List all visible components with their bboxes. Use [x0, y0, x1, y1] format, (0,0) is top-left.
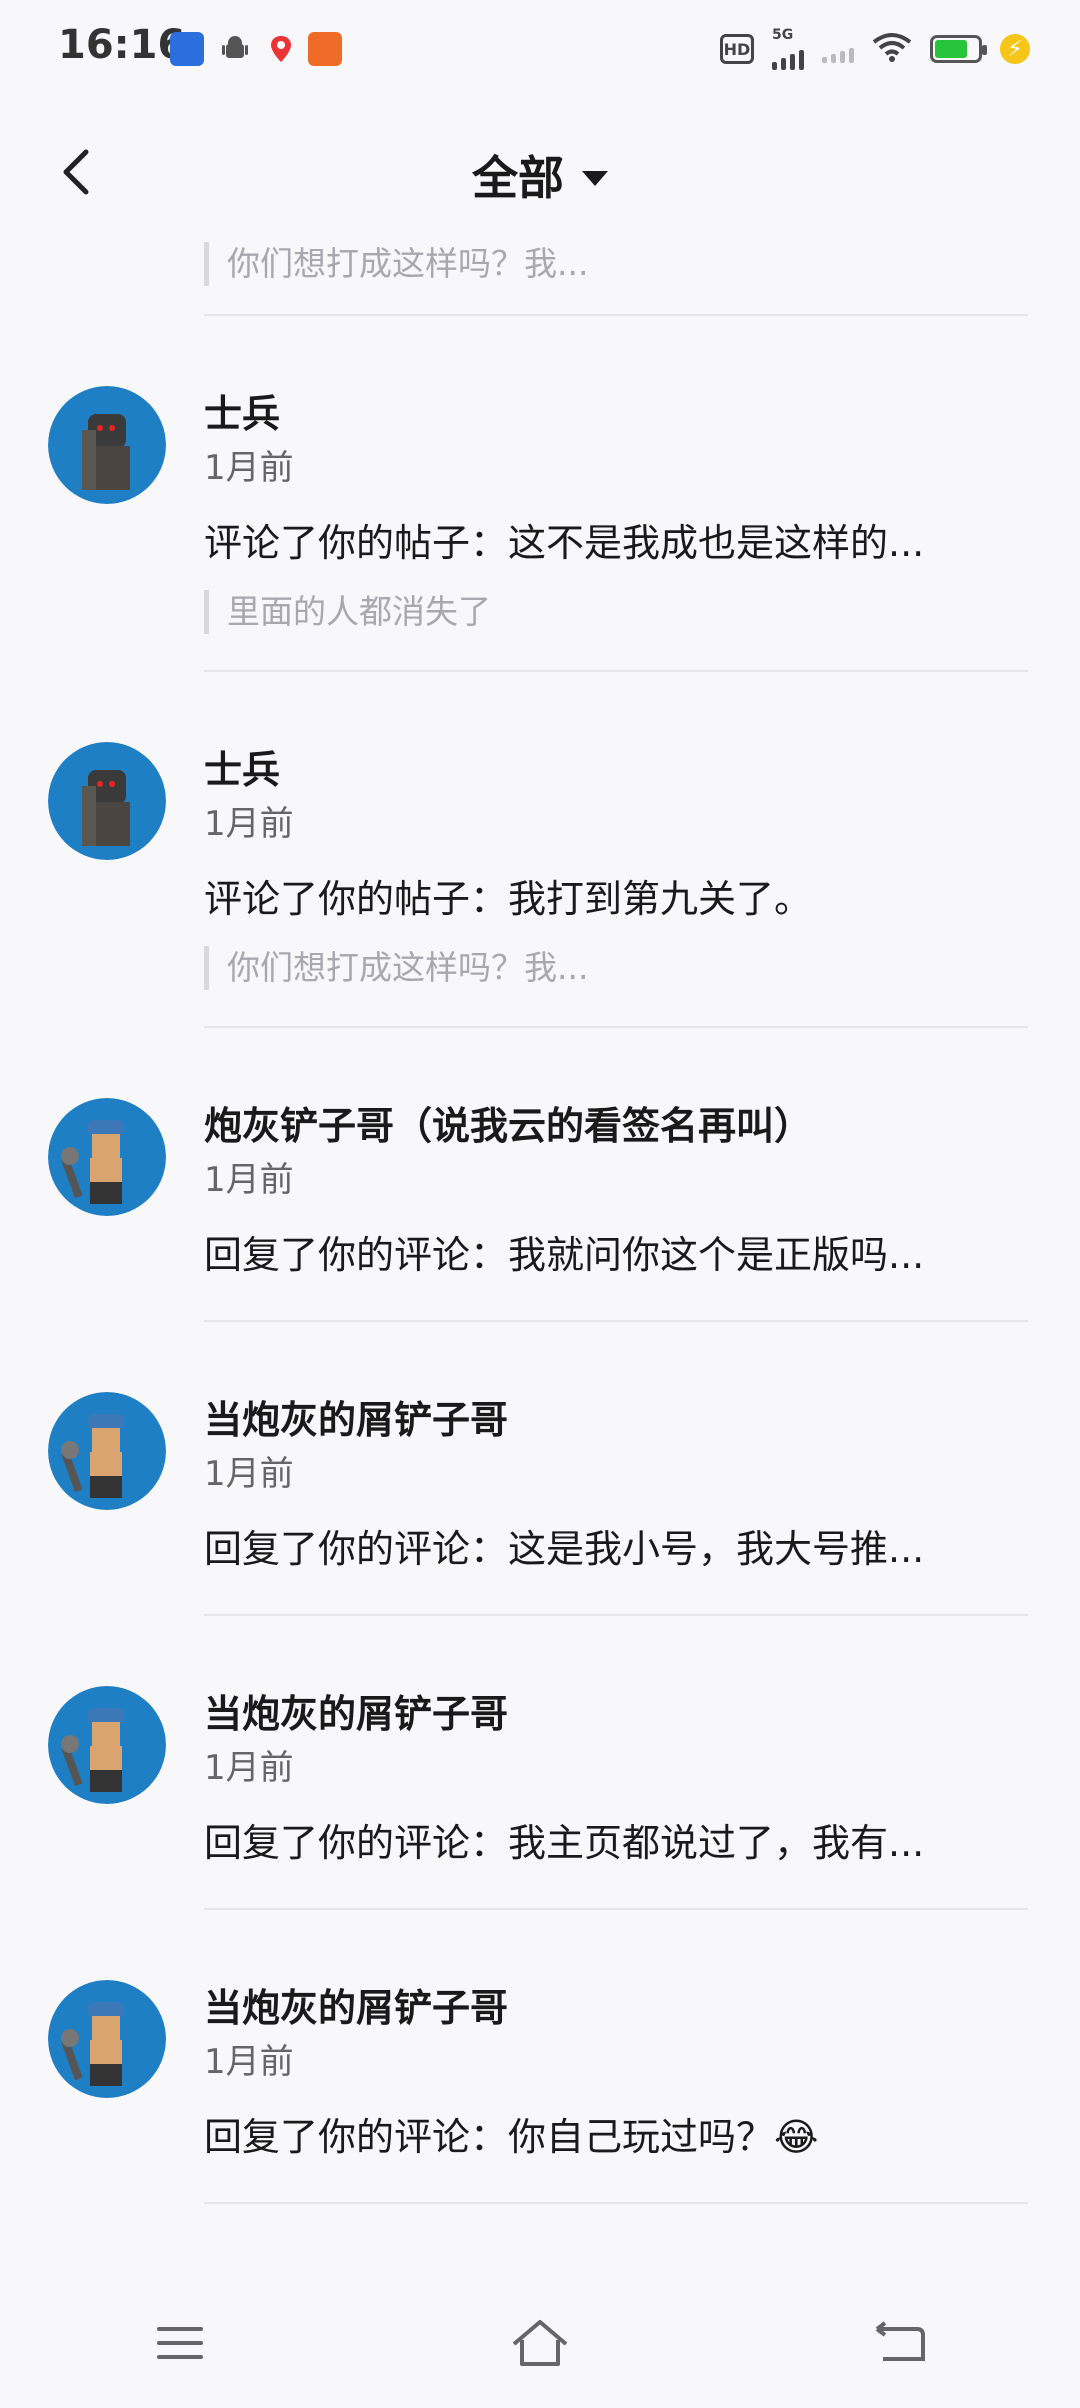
timestamp: 1月前	[204, 1748, 294, 1788]
timestamp: 1月前	[204, 2042, 294, 2082]
list-item[interactable]: 你们想打成这样吗？我...	[0, 242, 1080, 316]
wifi-icon	[872, 32, 912, 66]
signal-empty-icon	[822, 35, 854, 63]
timestamp: 1月前	[204, 448, 294, 488]
status-time: 16:16	[58, 22, 186, 68]
avatar[interactable]	[48, 1980, 166, 2098]
status-bar: 16:16 HD 5G ⚡	[0, 0, 1080, 100]
list-item[interactable]: 当炮灰的屑铲子哥 1月前 回复了你的评论：你自己玩过吗？😂	[0, 1910, 1080, 2204]
cellular-5g-icon: 5G	[772, 28, 804, 70]
home-icon[interactable]	[500, 2303, 580, 2383]
back-icon[interactable]	[860, 2303, 940, 2383]
timestamp: 1月前	[204, 1160, 294, 1200]
quoted-post: 你们想打成这样吗？我...	[204, 946, 1028, 990]
avatar[interactable]	[48, 1686, 166, 1804]
timestamp: 1月前	[204, 804, 294, 844]
quoted-post: 你们想打成这样吗？我...	[204, 242, 1028, 286]
username[interactable]: 当炮灰的屑铲子哥	[204, 1686, 1028, 1742]
notification-message: 回复了你的评论：你自己玩过吗？😂	[204, 2115, 819, 2159]
battery-icon	[930, 35, 987, 63]
timestamp: 1月前	[204, 1454, 294, 1494]
avatar[interactable]	[48, 1392, 166, 1510]
caret-down-icon	[582, 170, 608, 186]
android-icon	[218, 32, 252, 66]
charging-bolt-icon: ⚡	[1000, 34, 1030, 64]
baidu-app-icon	[170, 32, 204, 66]
username[interactable]: 当炮灰的屑铲子哥	[204, 1392, 1028, 1448]
username[interactable]: 当炮灰的屑铲子哥	[204, 1980, 1028, 2036]
quoted-post: 里面的人都消失了	[204, 590, 1028, 634]
notification-list: 你们想打成这样吗？我... 士兵 1月前 评论了你的帖子：这不是我成也是这样的.…	[0, 230, 1080, 2204]
username[interactable]: 士兵	[204, 742, 1028, 798]
notification-message: 回复了你的评论：我就问你这个是正版吗...	[204, 1233, 925, 1277]
notification-message: 回复了你的评论：我主页都说过了，我有...	[204, 1821, 925, 1865]
orange-app-icon	[308, 32, 342, 66]
system-nav-bar	[0, 2278, 1080, 2408]
username[interactable]: 士兵	[204, 386, 1028, 442]
avatar[interactable]	[48, 742, 166, 860]
list-item[interactable]: 士兵 1月前 评论了你的帖子：我打到第九关了。 你们想打成这样吗？我...	[0, 672, 1080, 1028]
list-item[interactable]: 当炮灰的屑铲子哥 1月前 回复了你的评论：这是我小号，我大号推...	[0, 1322, 1080, 1616]
notification-message: 评论了你的帖子：我打到第九关了。	[204, 877, 813, 921]
top-bar: 全部	[0, 100, 1080, 240]
page-title: 全部	[472, 151, 564, 205]
maps-pin-icon	[264, 32, 298, 66]
list-item[interactable]: 当炮灰的屑铲子哥 1月前 回复了你的评论：我主页都说过了，我有...	[0, 1616, 1080, 1910]
username[interactable]: 炮灰铲子哥（说我云的看签名再叫）	[204, 1098, 1028, 1154]
hd-icon: HD	[720, 34, 754, 64]
filter-dropdown[interactable]: 全部	[0, 142, 1080, 208]
list-item[interactable]: 士兵 1月前 评论了你的帖子：这不是我成也是这样的... 里面的人都消失了	[0, 316, 1080, 672]
avatar[interactable]	[48, 386, 166, 504]
menu-icon[interactable]	[140, 2303, 220, 2383]
list-item[interactable]: 炮灰铲子哥（说我云的看签名再叫） 1月前 回复了你的评论：我就问你这个是正版吗.…	[0, 1028, 1080, 1322]
notification-message: 回复了你的评论：这是我小号，我大号推...	[204, 1527, 925, 1571]
notification-message: 评论了你的帖子：这不是我成也是这样的...	[204, 521, 925, 565]
avatar[interactable]	[48, 1098, 166, 1216]
